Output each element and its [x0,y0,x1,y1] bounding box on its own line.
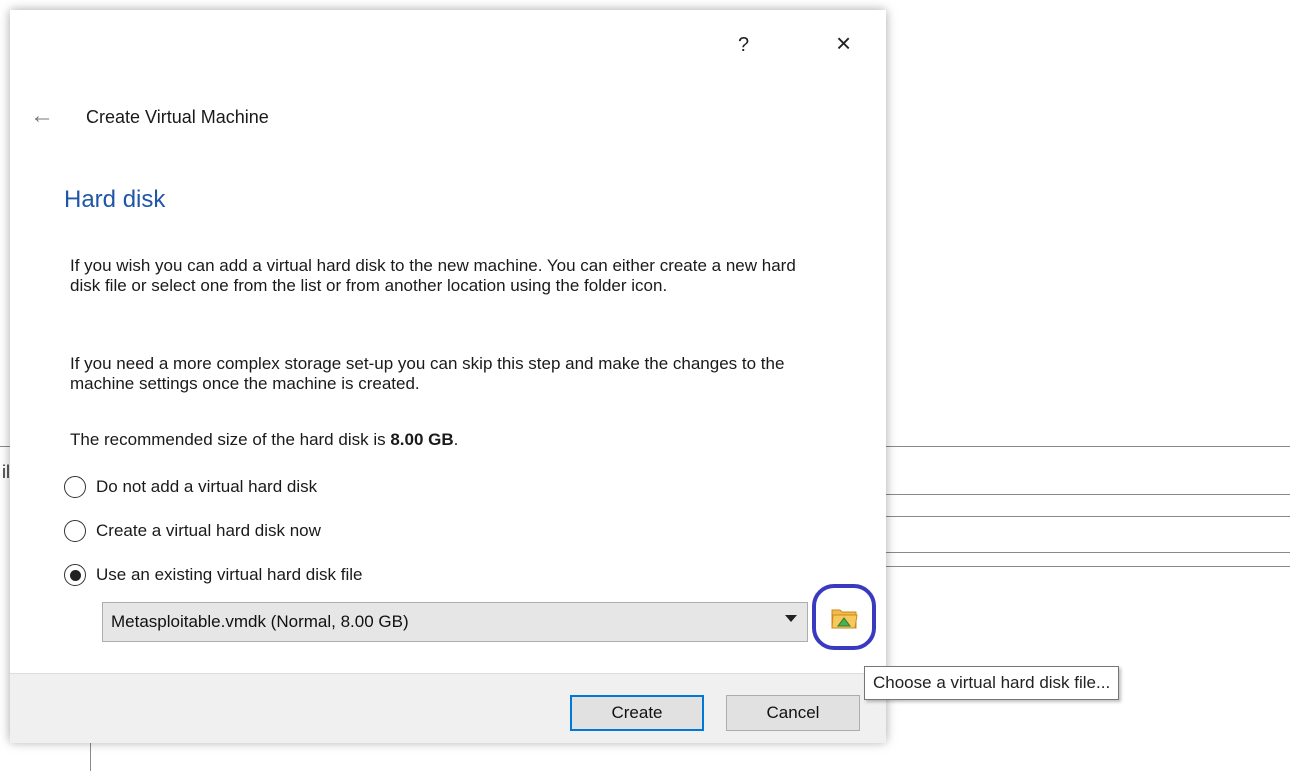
option-label: Do not add a virtual hard disk [96,477,318,496]
create-vm-dialog: ? × ← Create Virtual Machine Hard disk I… [10,10,886,743]
bg-divider [886,566,1290,567]
bg-divider [0,446,10,447]
folder-icon [831,609,858,629]
option-create-disk[interactable]: Create a virtual hard disk now [64,520,321,542]
close-button[interactable]: × [836,28,851,59]
cancel-button[interactable]: Cancel [726,695,860,731]
back-arrow-icon[interactable]: ← [30,102,54,130]
recommended-size-value: 8.00 GB [390,430,454,449]
bg-divider [90,742,91,771]
choose-disk-file-button[interactable] [812,584,876,650]
wizard-title: Create Virtual Machine [86,107,269,127]
option-label: Create a virtual hard disk now [96,521,321,540]
disk-file-value: Metasploitable.vmdk (Normal, 8.00 GB) [111,612,409,631]
radio-button-selected[interactable] [64,564,86,586]
dropdown-arrow-icon[interactable] [785,615,797,622]
radio-button[interactable] [64,476,86,498]
bg-divider [886,552,1290,553]
recommended-size-text: The recommended size of the hard disk is… [70,430,830,450]
radio-button[interactable] [64,520,86,542]
tooltip: Choose a virtual hard disk file... [864,666,1120,700]
option-label: Use an existing virtual hard disk file [96,565,363,584]
radio-dot [69,569,81,581]
bg-text: il [2,462,10,482]
bg-divider [886,494,1290,495]
recommended-suffix: . [453,430,459,449]
description-paragraph: If you need a more complex storage set-u… [70,354,785,393]
bg-divider [886,446,1290,447]
option-existing-disk[interactable]: Use an existing virtual hard disk file [64,564,362,586]
create-button[interactable]: Create [570,695,704,731]
recommended-prefix: The recommended size of the hard disk is [70,430,391,449]
bg-divider [886,516,1290,517]
page-title: Hard disk [64,186,166,213]
help-button[interactable]: ? [738,34,749,57]
description-paragraph: If you wish you can add a virtual hard d… [70,256,796,295]
disk-file-select[interactable]: Metasploitable.vmdk (Normal, 8.00 GB) [102,602,808,642]
option-no-disk[interactable]: Do not add a virtual hard disk [64,476,317,498]
